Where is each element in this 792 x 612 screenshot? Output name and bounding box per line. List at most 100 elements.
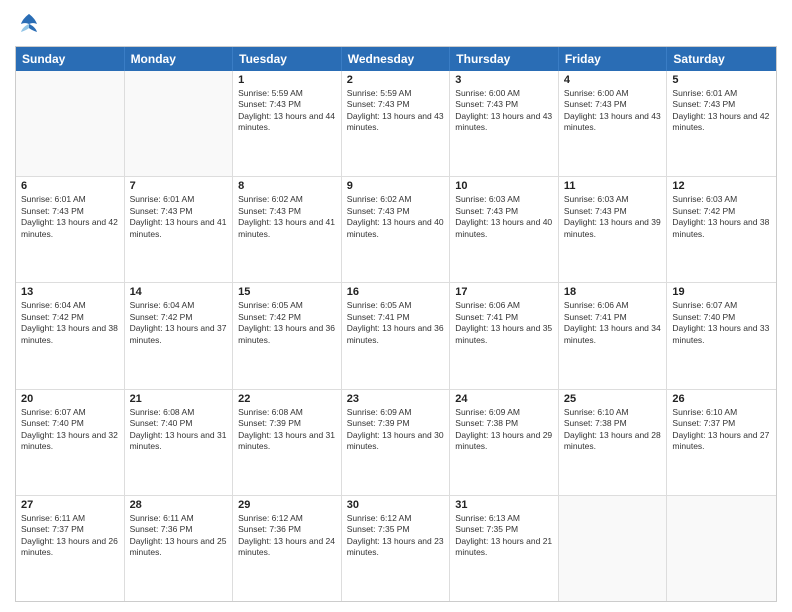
calendar-cell: 15 Sunrise: 6:05 AM Sunset: 7:42 PM Dayli…: [233, 283, 342, 388]
calendar-cell: [16, 71, 125, 176]
day-info: Sunrise: 6:13 AM Sunset: 7:35 PM Dayligh…: [455, 513, 553, 559]
day-number: 23: [347, 393, 445, 405]
day-info: Sunrise: 6:04 AM Sunset: 7:42 PM Dayligh…: [130, 300, 228, 346]
header-day-sunday: Sunday: [16, 47, 125, 71]
calendar-cell: 28 Sunrise: 6:11 AM Sunset: 7:36 PM Dayli…: [125, 496, 234, 601]
day-info: Sunrise: 6:08 AM Sunset: 7:39 PM Dayligh…: [238, 407, 336, 453]
day-info: Sunrise: 6:06 AM Sunset: 7:41 PM Dayligh…: [564, 300, 662, 346]
day-info: Sunrise: 6:01 AM Sunset: 7:43 PM Dayligh…: [672, 88, 771, 134]
day-info: Sunrise: 6:03 AM Sunset: 7:42 PM Dayligh…: [672, 194, 771, 240]
day-number: 1: [238, 74, 336, 86]
calendar: SundayMondayTuesdayWednesdayThursdayFrid…: [15, 46, 777, 602]
day-info: Sunrise: 6:07 AM Sunset: 7:40 PM Dayligh…: [672, 300, 771, 346]
day-info: Sunrise: 6:00 AM Sunset: 7:43 PM Dayligh…: [455, 88, 553, 134]
header-day-thursday: Thursday: [450, 47, 559, 71]
header-day-friday: Friday: [559, 47, 668, 71]
day-number: 30: [347, 499, 445, 511]
header-day-monday: Monday: [125, 47, 234, 71]
header-day-wednesday: Wednesday: [342, 47, 451, 71]
logo-icon: [15, 10, 43, 38]
calendar-cell: 14 Sunrise: 6:04 AM Sunset: 7:42 PM Dayli…: [125, 283, 234, 388]
day-number: 2: [347, 74, 445, 86]
day-number: 17: [455, 286, 553, 298]
calendar-row-2: 6 Sunrise: 6:01 AM Sunset: 7:43 PM Daylig…: [16, 177, 776, 283]
day-number: 4: [564, 74, 662, 86]
calendar-cell: 16Sunrise: 6:05 AM Sunset: 7:41 PM Dayli…: [342, 283, 451, 388]
page: SundayMondayTuesdayWednesdayThursdayFrid…: [0, 0, 792, 612]
calendar-cell: [667, 496, 776, 601]
day-number: 6: [21, 180, 119, 192]
day-number: 27: [21, 499, 119, 511]
day-info: Sunrise: 6:09 AM Sunset: 7:38 PM Dayligh…: [455, 407, 553, 453]
day-info: Sunrise: 6:06 AM Sunset: 7:41 PM Dayligh…: [455, 300, 553, 346]
day-info: Sunrise: 6:08 AM Sunset: 7:40 PM Dayligh…: [130, 407, 228, 453]
calendar-cell: 4 Sunrise: 6:00 AM Sunset: 7:43 PM Daylig…: [559, 71, 668, 176]
calendar-cell: 8 Sunrise: 6:02 AM Sunset: 7:43 PM Daylig…: [233, 177, 342, 282]
calendar-cell: 30 Sunrise: 6:12 AM Sunset: 7:35 PM Dayli…: [342, 496, 451, 601]
day-info: Sunrise: 6:05 AM Sunset: 7:42 PM Dayligh…: [238, 300, 336, 346]
calendar-body: 1 Sunrise: 5:59 AM Sunset: 7:43 PM Daylig…: [16, 71, 776, 601]
day-number: 25: [564, 393, 662, 405]
day-number: 18: [564, 286, 662, 298]
day-number: 9: [347, 180, 445, 192]
day-number: 15: [238, 286, 336, 298]
calendar-cell: 1 Sunrise: 5:59 AM Sunset: 7:43 PM Daylig…: [233, 71, 342, 176]
day-number: 13: [21, 286, 119, 298]
calendar-cell: 17 Sunrise: 6:06 AM Sunset: 7:41 PM Dayli…: [450, 283, 559, 388]
calendar-row-4: 20Sunrise: 6:07 AM Sunset: 7:40 PM Dayli…: [16, 390, 776, 496]
calendar-cell: 9 Sunrise: 6:02 AM Sunset: 7:43 PM Daylig…: [342, 177, 451, 282]
day-info: Sunrise: 6:03 AM Sunset: 7:43 PM Dayligh…: [564, 194, 662, 240]
day-number: 26: [672, 393, 771, 405]
day-info: Sunrise: 6:02 AM Sunset: 7:43 PM Dayligh…: [238, 194, 336, 240]
calendar-cell: 31Sunrise: 6:13 AM Sunset: 7:35 PM Dayli…: [450, 496, 559, 601]
calendar-cell: 10 Sunrise: 6:03 AM Sunset: 7:43 PM Dayli…: [450, 177, 559, 282]
calendar-cell: 20Sunrise: 6:07 AM Sunset: 7:40 PM Dayli…: [16, 390, 125, 495]
day-info: Sunrise: 6:01 AM Sunset: 7:43 PM Dayligh…: [130, 194, 228, 240]
calendar-cell: 12 Sunrise: 6:03 AM Sunset: 7:42 PM Dayli…: [667, 177, 776, 282]
day-number: 8: [238, 180, 336, 192]
day-number: 7: [130, 180, 228, 192]
day-info: Sunrise: 5:59 AM Sunset: 7:43 PM Dayligh…: [238, 88, 336, 134]
day-number: 22: [238, 393, 336, 405]
calendar-cell: 22 Sunrise: 6:08 AM Sunset: 7:39 PM Dayli…: [233, 390, 342, 495]
header-day-tuesday: Tuesday: [233, 47, 342, 71]
day-info: Sunrise: 6:11 AM Sunset: 7:36 PM Dayligh…: [130, 513, 228, 559]
day-info: Sunrise: 6:12 AM Sunset: 7:35 PM Dayligh…: [347, 513, 445, 559]
day-number: 10: [455, 180, 553, 192]
day-info: Sunrise: 5:59 AM Sunset: 7:43 PM Dayligh…: [347, 88, 445, 134]
day-number: 28: [130, 499, 228, 511]
day-number: 5: [672, 74, 771, 86]
calendar-cell: 24 Sunrise: 6:09 AM Sunset: 7:38 PM Dayli…: [450, 390, 559, 495]
calendar-cell: 6 Sunrise: 6:01 AM Sunset: 7:43 PM Daylig…: [16, 177, 125, 282]
calendar-cell: 5 Sunrise: 6:01 AM Sunset: 7:43 PM Daylig…: [667, 71, 776, 176]
calendar-cell: 13 Sunrise: 6:04 AM Sunset: 7:42 PM Dayli…: [16, 283, 125, 388]
day-number: 19: [672, 286, 771, 298]
day-info: Sunrise: 6:09 AM Sunset: 7:39 PM Dayligh…: [347, 407, 445, 453]
calendar-header: SundayMondayTuesdayWednesdayThursdayFrid…: [16, 47, 776, 71]
day-info: Sunrise: 6:01 AM Sunset: 7:43 PM Dayligh…: [21, 194, 119, 240]
calendar-cell: 29 Sunrise: 6:12 AM Sunset: 7:36 PM Dayli…: [233, 496, 342, 601]
day-info: Sunrise: 6:12 AM Sunset: 7:36 PM Dayligh…: [238, 513, 336, 559]
day-info: Sunrise: 6:04 AM Sunset: 7:42 PM Dayligh…: [21, 300, 119, 346]
calendar-cell: 18 Sunrise: 6:06 AM Sunset: 7:41 PM Dayli…: [559, 283, 668, 388]
day-number: 16: [347, 286, 445, 298]
day-info: Sunrise: 6:02 AM Sunset: 7:43 PM Dayligh…: [347, 194, 445, 240]
day-number: 24: [455, 393, 553, 405]
calendar-cell: [125, 71, 234, 176]
day-number: 21: [130, 393, 228, 405]
calendar-cell: 11Sunrise: 6:03 AM Sunset: 7:43 PM Dayli…: [559, 177, 668, 282]
logo: [15, 10, 47, 38]
day-info: Sunrise: 6:10 AM Sunset: 7:37 PM Dayligh…: [672, 407, 771, 453]
day-info: Sunrise: 6:00 AM Sunset: 7:43 PM Dayligh…: [564, 88, 662, 134]
calendar-row-3: 13 Sunrise: 6:04 AM Sunset: 7:42 PM Dayli…: [16, 283, 776, 389]
calendar-cell: 25Sunrise: 6:10 AM Sunset: 7:38 PM Dayli…: [559, 390, 668, 495]
calendar-row-1: 1 Sunrise: 5:59 AM Sunset: 7:43 PM Daylig…: [16, 71, 776, 177]
day-number: 3: [455, 74, 553, 86]
calendar-cell: [559, 496, 668, 601]
calendar-cell: 7 Sunrise: 6:01 AM Sunset: 7:43 PM Daylig…: [125, 177, 234, 282]
calendar-cell: 27Sunrise: 6:11 AM Sunset: 7:37 PM Dayli…: [16, 496, 125, 601]
day-number: 12: [672, 180, 771, 192]
day-number: 14: [130, 286, 228, 298]
day-info: Sunrise: 6:03 AM Sunset: 7:43 PM Dayligh…: [455, 194, 553, 240]
day-number: 29: [238, 499, 336, 511]
